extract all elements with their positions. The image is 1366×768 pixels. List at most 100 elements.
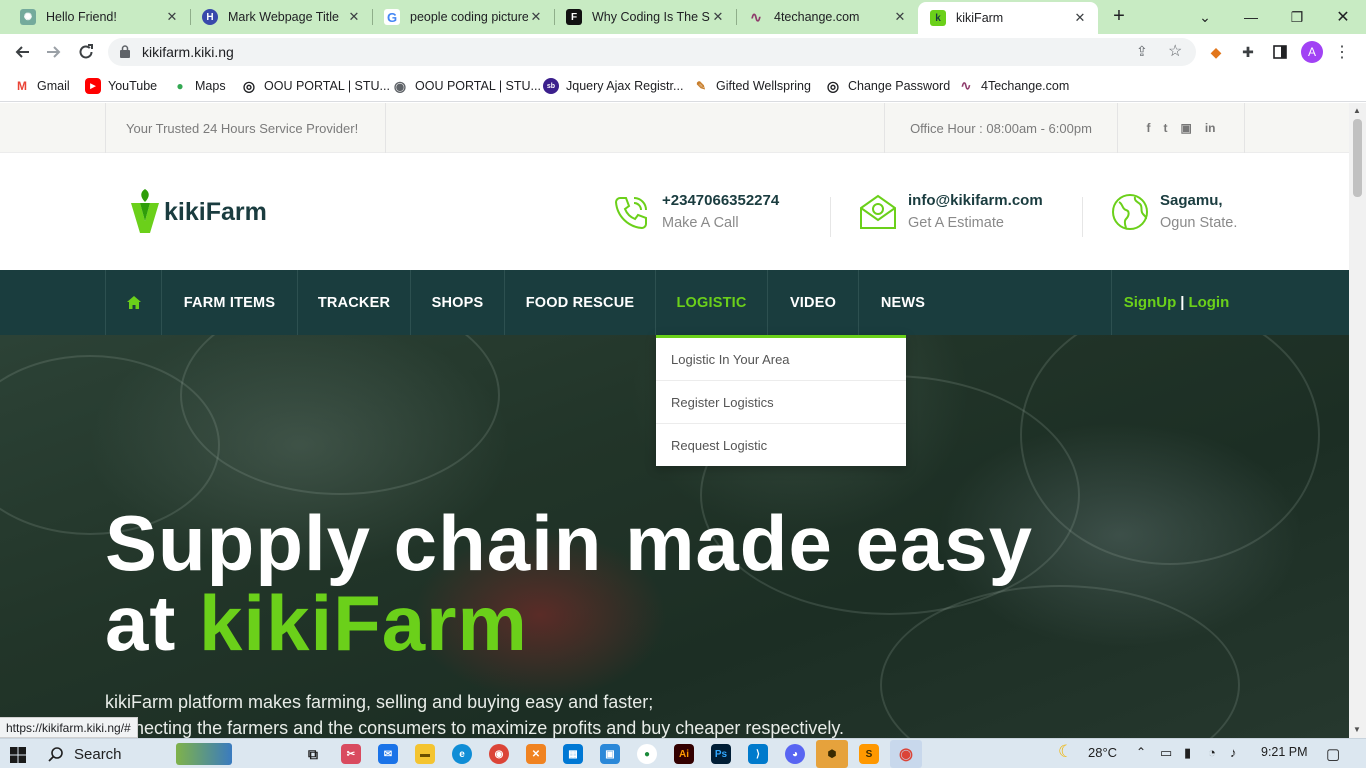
extensions-puzzle-icon[interactable]: ✚	[1238, 42, 1258, 62]
close-tab-icon[interactable]: ✕	[1072, 10, 1088, 26]
menu-item-register-logistics[interactable]: Register Logistics	[656, 381, 906, 424]
nav-news[interactable]: NEWS	[859, 270, 947, 335]
nav-logistic[interactable]: LOGISTIC	[656, 270, 768, 335]
bookmark-label: Jquery Ajax Registr...	[566, 79, 684, 93]
tray-chevron-up-icon[interactable]: ⌃	[1136, 745, 1146, 759]
camera-icon[interactable]: ▭	[1160, 745, 1172, 761]
vscode-icon[interactable]: ⟩	[748, 744, 768, 764]
bookmark-oou-portal-2[interactable]: ◉ OOU PORTAL | STU...	[392, 76, 541, 96]
bookmark-maps[interactable]: ● Maps	[172, 76, 226, 96]
menu-item-request-logistic[interactable]: Request Logistic	[656, 424, 906, 467]
nav-food-rescue[interactable]: FOOD RESCUE	[505, 270, 656, 335]
kebab-menu-icon[interactable]: ⋮	[1332, 42, 1352, 62]
address-bar[interactable]: kikifarm.kiki.ng ⇪ ☆	[108, 38, 1196, 66]
nav-video[interactable]: VIDEO	[768, 270, 859, 335]
new-tab-button[interactable]: +	[1108, 6, 1130, 28]
clock-time[interactable]: 9:21 PM	[1261, 745, 1308, 759]
linkedin-icon[interactable]: in	[1205, 121, 1216, 135]
browser-tab[interactable]: ∿ 4techange.com ✕	[736, 0, 918, 34]
battery-icon[interactable]: ▮	[1184, 745, 1191, 761]
tab-search-chevron-icon[interactable]: ⌄	[1182, 0, 1228, 34]
site-favicon-icon: H	[202, 9, 218, 25]
mail-icon	[860, 194, 896, 229]
mail-app-icon[interactable]: ✉	[378, 744, 398, 764]
close-tab-icon[interactable]: ✕	[892, 9, 908, 25]
brand-name: kikiFarm	[164, 197, 267, 226]
browser-tab-active[interactable]: k kikiFarm ✕	[918, 2, 1098, 34]
chrome-icon[interactable]: ◉	[489, 744, 509, 764]
bookmark-4techange[interactable]: ∿ 4Techange.com	[958, 76, 1069, 96]
scrollbar-thumb[interactable]	[1353, 119, 1362, 197]
signup-link[interactable]: SignUp	[1124, 294, 1177, 311]
close-tab-icon[interactable]: ✕	[164, 9, 180, 25]
back-arrow-icon[interactable]	[10, 40, 34, 64]
notifications-icon[interactable]: ▢	[1326, 745, 1340, 763]
xampp-icon[interactable]: ✕	[526, 744, 546, 764]
close-tab-icon[interactable]: ✕	[710, 9, 726, 25]
bookmark-gifted-wellspring[interactable]: ✎ Gifted Wellspring	[693, 76, 811, 96]
browser-tab[interactable]: ✺ Hello Friend! ✕	[8, 0, 190, 34]
scroll-up-arrow-icon[interactable]: ▲	[1353, 106, 1361, 115]
browser-tab[interactable]: H Mark Webpage Title ✕	[190, 0, 372, 34]
tab-title: Hello Friend!	[46, 10, 117, 24]
nav-home[interactable]	[105, 270, 162, 335]
share-icon[interactable]: ⇪	[1136, 43, 1148, 60]
forward-arrow-icon[interactable]	[42, 40, 66, 64]
profile-avatar[interactable]: A	[1301, 41, 1323, 63]
windows-start-icon[interactable]	[10, 747, 26, 763]
browser-tab[interactable]: F Why Coding Is The Sc ✕	[554, 0, 736, 34]
close-tab-icon[interactable]: ✕	[528, 9, 544, 25]
menu-item-logistic-in-your-area[interactable]: Logistic In Your Area	[656, 338, 906, 381]
scroll-down-arrow-icon[interactable]: ▼	[1353, 725, 1361, 734]
file-explorer-icon[interactable]: ▬	[415, 744, 435, 764]
phone-number[interactable]: +2347066352274	[662, 192, 779, 209]
microsoft-store-icon[interactable]: ▦	[563, 744, 583, 764]
temperature[interactable]: 28°C	[1088, 745, 1117, 760]
chrome-running-icon[interactable]: ◉	[890, 740, 922, 768]
weather-icon[interactable]: ☾	[1058, 742, 1073, 762]
bookmark-star-icon[interactable]: ☆	[1168, 41, 1182, 61]
bookmark-youtube[interactable]: ▶ YouTube	[85, 76, 157, 96]
snipping-tool-icon[interactable]: ✂	[341, 744, 361, 764]
edge-browser-icon[interactable]: e	[452, 744, 472, 764]
minimize-icon[interactable]: —	[1228, 0, 1274, 34]
sublime-text-icon[interactable]: S	[859, 744, 879, 764]
tab-title: Why Coding Is The Sc	[592, 10, 710, 24]
youtube-icon: ▶	[85, 78, 101, 94]
login-link[interactable]: Login	[1188, 294, 1229, 311]
illustrator-icon[interactable]: Ai	[674, 744, 694, 764]
wifi-icon[interactable]: ◔	[1208, 745, 1216, 760]
app-icon[interactable]: ●	[637, 744, 657, 764]
twitter-icon[interactable]: t	[1163, 121, 1167, 135]
taskbar-search[interactable]: Search	[48, 743, 232, 765]
phone-caption: Make A Call	[662, 215, 739, 231]
facebook-icon[interactable]: f	[1146, 121, 1150, 135]
discord-icon[interactable]: ◕	[785, 744, 805, 764]
email-address[interactable]: info@kikifarm.com	[908, 192, 1043, 209]
volume-icon[interactable]: ♪	[1230, 745, 1237, 760]
nav-shops[interactable]: SHOPS	[411, 270, 505, 335]
close-tab-icon[interactable]: ✕	[346, 9, 362, 25]
browser-tab[interactable]: G people coding picture ✕	[372, 0, 554, 34]
close-window-icon[interactable]: ✕	[1320, 0, 1366, 34]
reload-icon[interactable]	[74, 40, 98, 64]
nav-tracker[interactable]: TRACKER	[298, 270, 411, 335]
bookmark-change-password[interactable]: ◎ Change Password	[825, 76, 950, 96]
kikifarm-logo[interactable]: kikiFarm	[128, 189, 267, 235]
page-scrollbar[interactable]: ▲ ▼	[1349, 103, 1366, 738]
bookmark-gmail[interactable]: M Gmail	[14, 76, 70, 96]
main-navigation: FARM ITEMS TRACKER SHOPS FOOD RESCUE LOG…	[0, 270, 1349, 335]
side-panel-icon[interactable]	[1270, 42, 1290, 62]
task-view-icon[interactable]: ⧉	[303, 744, 323, 764]
hero-description-line1: kikiFarm platform makes farming, selling…	[105, 692, 654, 712]
nav-farm-items[interactable]: FARM ITEMS	[162, 270, 298, 335]
flickr-icon[interactable]: ▣	[1180, 121, 1191, 135]
running-app-icon[interactable]: ⬢	[816, 740, 848, 768]
bookmark-jquery-ajax[interactable]: sb Jquery Ajax Registr...	[543, 76, 683, 96]
photoshop-icon[interactable]: Ps	[711, 744, 731, 764]
metamask-extension-icon[interactable]: ◆	[1206, 42, 1226, 62]
bookmark-oou-portal[interactable]: ◎ OOU PORTAL | STU...	[241, 76, 390, 96]
tagline: Your Trusted 24 Hours Service Provider!	[105, 103, 385, 153]
restore-icon[interactable]: ❐	[1274, 0, 1320, 34]
photos-app-icon[interactable]: ▣	[600, 744, 620, 764]
